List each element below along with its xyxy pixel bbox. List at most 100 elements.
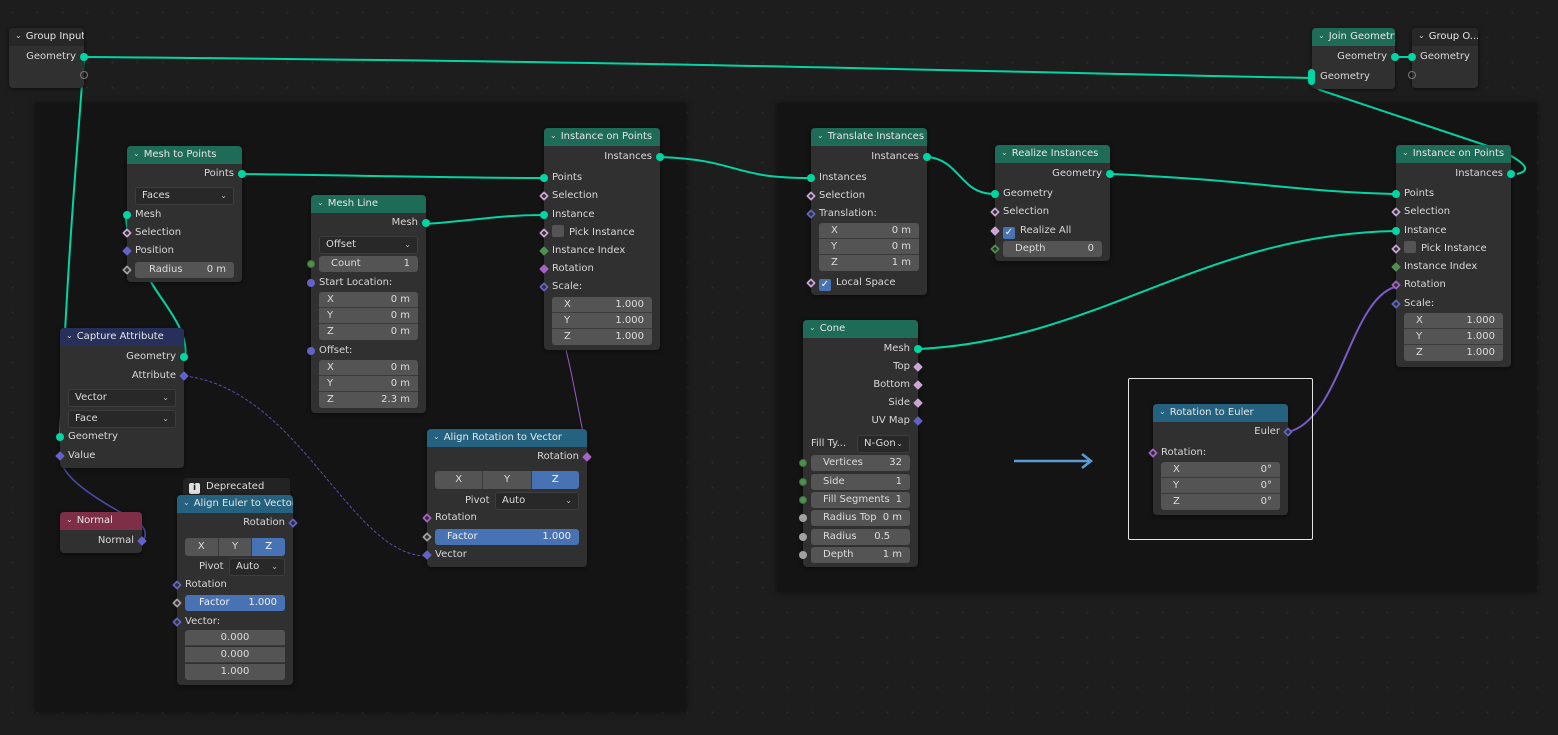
axis-selector[interactable]: X Y Z: [185, 538, 286, 556]
pick-instance-checkbox[interactable]: [552, 225, 564, 237]
scale-x-field[interactable]: X 1.000: [1404, 313, 1503, 329]
empty-socket[interactable]: [80, 71, 88, 79]
local-space-checkbox[interactable]: ✓: [819, 279, 831, 291]
mesh-socket[interactable]: [914, 345, 922, 353]
scale-z-field[interactable]: Z 1.000: [1404, 345, 1503, 361]
chevron-down-icon[interactable]: ⌄: [15, 28, 22, 45]
chevron-down-icon[interactable]: ⌄: [133, 146, 140, 163]
node-translate-instances[interactable]: ⌄ Translate Instances Instances Instances…: [806, 128, 931, 295]
chevron-down-icon[interactable]: ⌄: [1402, 145, 1409, 162]
node-mesh-line[interactable]: ⌄ Mesh Line Mesh Offset ⌄ Count 1 Start Loc…: [307, 195, 430, 413]
node-header[interactable]: ⌄ Mesh Line: [311, 195, 426, 213]
vector-x-field[interactable]: 0.000: [185, 630, 285, 646]
start-z-field[interactable]: Z 0 m: [319, 324, 418, 340]
node-capture-attribute[interactable]: ⌄ Capture Attribute Geometry Attribute Ve…: [55, 328, 189, 468]
geometry-socket[interactable]: [80, 53, 88, 61]
instances-input-socket[interactable]: [807, 174, 815, 182]
node-header[interactable]: ⌄ Cone: [803, 320, 918, 338]
node-header[interactable]: ⌄ Instance on Points: [544, 128, 660, 146]
geometry-input-socket[interactable]: [991, 190, 999, 198]
node-align-euler-to-vector[interactable]: ⌄ Align Euler to Vector Rotation X Y Z Pi…: [172, 495, 298, 685]
depth-field[interactable]: Depth 0: [1003, 241, 1102, 257]
scale-y-field[interactable]: Y 1.000: [1404, 329, 1503, 345]
fill-segments-field[interactable]: Fill Segments 1: [811, 492, 910, 508]
geometry-socket[interactable]: [1106, 170, 1114, 178]
vector-y-field[interactable]: 0.000: [185, 647, 285, 663]
node-group-output[interactable]: ⌄ Group O... Geometry: [1408, 28, 1478, 88]
side-segments-field[interactable]: Side Segments 1: [811, 474, 910, 503]
axis-x-button[interactable]: X: [435, 471, 484, 489]
mesh-socket[interactable]: [123, 211, 131, 219]
radius-bottom-field[interactable]: Radius B... 0.5 m: [811, 529, 910, 558]
points-socket[interactable]: [238, 170, 246, 178]
geometry-socket[interactable]: [1408, 53, 1416, 61]
radius-top-field[interactable]: Radius Top 0 m: [811, 510, 910, 526]
node-instance-on-points-1[interactable]: ⌄ Instance on Points Instances Points Sel…: [539, 128, 664, 350]
node-align-rotation-to-vector[interactable]: ⌄ Align Rotation to Vector Rotation X Y Z…: [422, 429, 592, 567]
node-header[interactable]: ⌄ Mesh to Points: [127, 146, 242, 164]
start-location-socket[interactable]: [307, 279, 315, 287]
instances-socket[interactable]: [923, 153, 931, 161]
count-socket[interactable]: [307, 260, 315, 268]
node-header[interactable]: ⌄ Realize Instances: [995, 145, 1110, 163]
node-rotation-to-euler[interactable]: ⌄ Rotation to Euler Euler Rotation: X 0° Y…: [1148, 404, 1293, 515]
chevron-down-icon[interactable]: ⌄: [1001, 145, 1008, 162]
start-y-field[interactable]: Y 0 m: [319, 308, 418, 324]
fill-segments-socket[interactable]: [799, 496, 807, 504]
realize-all-checkbox[interactable]: ✓: [1003, 227, 1015, 239]
data-type-dropdown[interactable]: Vector ⌄: [68, 389, 176, 407]
node-header[interactable]: ⌄ Instance on Points: [1396, 145, 1511, 163]
factor-slider[interactable]: Factor 1.000: [435, 529, 579, 545]
node-instance-on-points-2[interactable]: ⌄ Instance on Points Instances Points Sel…: [1391, 145, 1515, 367]
node-cone[interactable]: ⌄ Cone Mesh Top Bottom Side UV Map Fill T…: [799, 320, 923, 567]
start-x-field[interactable]: X 0 m: [319, 292, 418, 308]
mode-dropdown[interactable]: Faces ⌄: [135, 187, 234, 205]
count-field[interactable]: Count 1: [319, 256, 418, 272]
geometry-socket[interactable]: [56, 433, 64, 441]
chevron-down-icon[interactable]: ⌄: [1159, 404, 1166, 421]
axis-x-button[interactable]: X: [185, 538, 219, 556]
node-header[interactable]: ⌄ Capture Attribute: [60, 328, 184, 346]
rotation-x-field[interactable]: X 0°: [1161, 462, 1280, 478]
rotation-z-field[interactable]: Z 0°: [1161, 494, 1280, 510]
node-normal[interactable]: ⌄ Normal Normal: [60, 512, 147, 553]
geometry-socket[interactable]: [1391, 53, 1399, 61]
pivot-dropdown[interactable]: Auto ⌄: [495, 492, 579, 510]
node-header[interactable]: ⌄ Group O...: [1412, 28, 1478, 46]
offset-y-field[interactable]: Y 0 m: [319, 376, 418, 392]
scale-x-field[interactable]: X 1.000: [552, 297, 652, 313]
scale-z-field[interactable]: Z 1.000: [552, 329, 652, 345]
vector-z-field[interactable]: 1.000: [185, 664, 285, 680]
node-group-input[interactable]: ⌄ Group Input Geometry: [9, 28, 88, 88]
node-header[interactable]: ⌄ Align Rotation to Vector: [427, 429, 587, 447]
pick-instance-checkbox[interactable]: [1404, 241, 1416, 253]
chevron-down-icon[interactable]: ⌄: [550, 128, 557, 145]
instances-socket[interactable]: [1507, 170, 1515, 178]
node-header[interactable]: ⌄ Rotation to Euler: [1153, 404, 1288, 422]
scale-y-field[interactable]: Y 1.000: [552, 313, 652, 329]
translation-y-field[interactable]: Y 0 m: [819, 239, 919, 255]
node-header[interactable]: ⌄ Normal: [60, 512, 142, 530]
node-join-geometry[interactable]: ⌄ Join Geometry Geometry Geometry: [1308, 28, 1399, 89]
axis-z-button[interactable]: Z: [252, 538, 286, 556]
node-realize-instances[interactable]: ⌄ Realize Instances Geometry Geometry Sel…: [990, 145, 1114, 261]
node-header[interactable]: ⌄ Translate Instances: [811, 128, 927, 146]
points-socket[interactable]: [1392, 190, 1400, 198]
vertices-field[interactable]: Vertices 32: [811, 455, 910, 471]
domain-dropdown[interactable]: Face ⌄: [68, 410, 176, 428]
chevron-down-icon[interactable]: ⌄: [1418, 28, 1425, 45]
axis-y-button[interactable]: Y: [218, 538, 253, 556]
points-socket[interactable]: [540, 174, 548, 182]
radius-field[interactable]: Radius 0 m: [135, 262, 234, 278]
axis-selector[interactable]: X Y Z: [435, 471, 579, 489]
instance-socket[interactable]: [1392, 227, 1400, 235]
node-header[interactable]: ⌄ Join Geometry: [1312, 28, 1395, 46]
mode-dropdown[interactable]: Offset ⌄: [319, 236, 418, 254]
chevron-down-icon[interactable]: ⌄: [317, 195, 324, 212]
node-mesh-to-points[interactable]: ⌄ Mesh to Points Points Faces ⌄ Mesh Selec…: [122, 146, 246, 282]
vertices-socket[interactable]: [799, 459, 807, 467]
multi-input-socket[interactable]: [1308, 69, 1315, 85]
axis-y-button[interactable]: Y: [483, 471, 532, 489]
radius-bottom-socket[interactable]: [799, 533, 807, 541]
radius-top-socket[interactable]: [799, 514, 807, 522]
